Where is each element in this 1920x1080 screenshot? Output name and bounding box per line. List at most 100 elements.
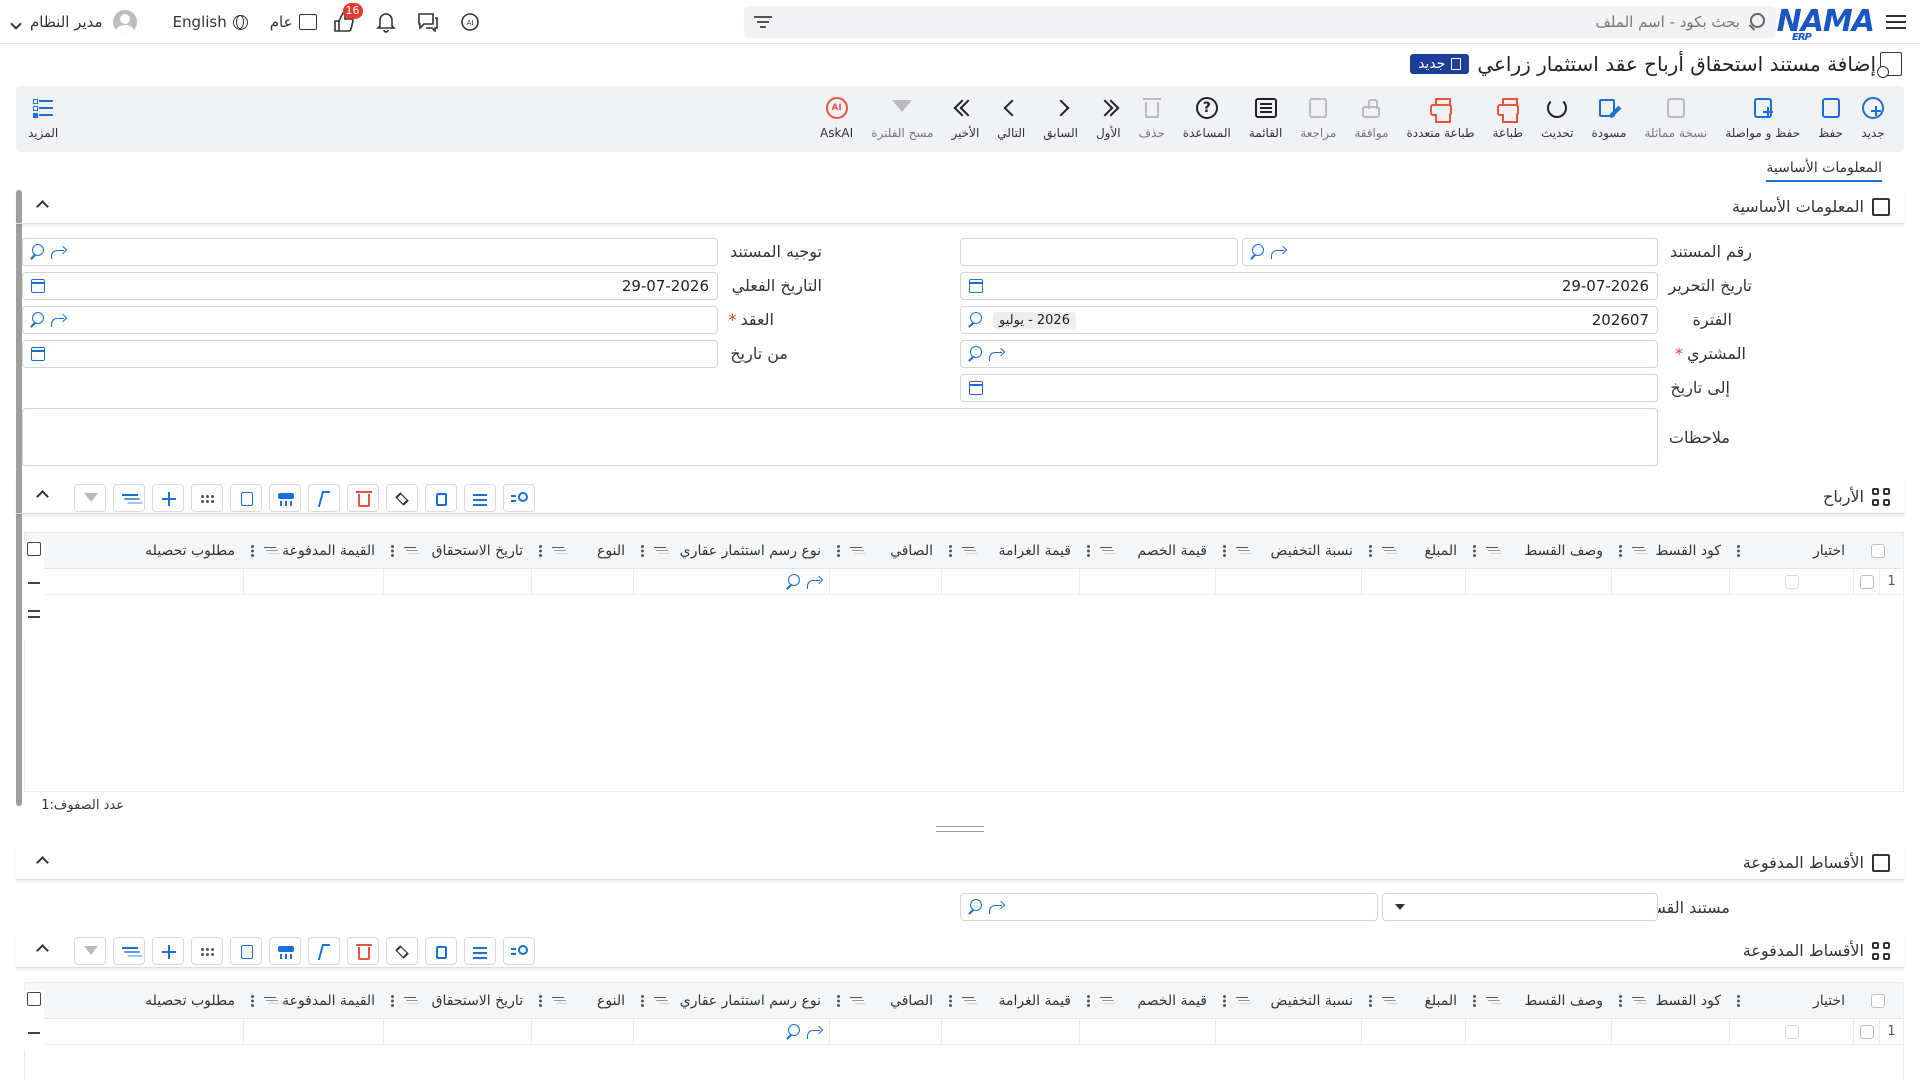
search-icon[interactable] [1249, 244, 1265, 260]
type-cell[interactable] [531, 568, 633, 595]
to-collect-cell[interactable] [123, 1019, 243, 1045]
likes-button[interactable]: 16 [333, 3, 363, 33]
column-filter-icon[interactable] [1486, 546, 1498, 555]
column-header[interactable]: النوع [531, 533, 633, 569]
column-menu-icon[interactable] [1369, 544, 1372, 557]
duplicate-button[interactable]: نسخة مماثلة [1635, 86, 1716, 140]
column-filter-icon[interactable] [1236, 546, 1248, 555]
column-menu-icon[interactable] [641, 994, 644, 1007]
search-icon[interactable] [785, 573, 801, 590]
save-button[interactable]: حفظ [1809, 86, 1852, 140]
column-filter-icon[interactable] [654, 546, 666, 555]
column-menu-icon[interactable] [251, 544, 254, 557]
column-filter-icon[interactable] [850, 546, 862, 555]
filter-row-icon[interactable] [28, 582, 40, 590]
discount-value-cell[interactable] [1079, 568, 1215, 595]
grid-options-button[interactable] [191, 484, 223, 512]
open-link-icon[interactable] [1271, 245, 1287, 259]
column-filter-icon[interactable] [404, 546, 416, 555]
doc-number-extra-input[interactable] [960, 238, 1238, 266]
column-header[interactable]: قيمة الخصم [1079, 533, 1215, 569]
previous-button[interactable]: السابق [1034, 86, 1087, 140]
to-date-input[interactable] [960, 374, 1658, 402]
density-icon[interactable] [28, 610, 40, 618]
column-menu-icon[interactable] [1473, 544, 1476, 557]
select-all-checkbox[interactable] [1871, 543, 1885, 558]
column-menu-icon[interactable] [641, 544, 644, 557]
column-filter-icon[interactable] [1100, 996, 1112, 1005]
column-header[interactable]: قيمة الغرامة [941, 983, 1079, 1019]
search-icon[interactable] [967, 899, 983, 915]
installment-desc-cell[interactable] [1465, 568, 1611, 595]
notes-textarea[interactable] [22, 408, 1658, 466]
column-header[interactable]: الصافي [829, 533, 941, 569]
filter-button[interactable] [113, 937, 145, 965]
move-button[interactable] [152, 937, 184, 965]
column-menu-icon[interactable] [251, 994, 254, 1007]
row-checkbox[interactable] [1859, 1024, 1874, 1039]
open-link-icon[interactable] [989, 900, 1005, 914]
collapse-icon[interactable] [36, 856, 49, 869]
search-rows-button[interactable] [503, 484, 535, 512]
columns-button[interactable] [230, 937, 262, 965]
fee-type-cell[interactable] [633, 568, 829, 595]
table-icon[interactable] [27, 542, 41, 556]
more-button[interactable]: المزيد [28, 96, 58, 140]
column-header[interactable]: قيمة الغرامة [941, 533, 1079, 569]
table-settings-button[interactable] [269, 937, 301, 965]
save-continue-button[interactable]: حفظ و مواصلة [1716, 86, 1809, 140]
search-rows-button[interactable] [503, 937, 535, 965]
new-button[interactable]: جديد [1852, 86, 1894, 140]
column-filter-icon[interactable] [1236, 996, 1248, 1005]
column-filter-icon[interactable] [552, 996, 564, 1005]
penalty-value-cell[interactable] [941, 1018, 1079, 1045]
columns-button[interactable] [230, 484, 262, 512]
column-menu-icon[interactable] [1737, 994, 1740, 1007]
column-menu-icon[interactable] [1087, 994, 1090, 1007]
column-header[interactable]: المبلغ [1361, 533, 1465, 569]
column-menu-icon[interactable] [949, 544, 952, 557]
table-settings-button[interactable] [269, 484, 301, 512]
column-filter-icon[interactable] [654, 996, 666, 1005]
doc-number-input[interactable] [1242, 238, 1658, 266]
add-rows-button[interactable] [464, 937, 496, 965]
collapse-icon[interactable] [36, 200, 49, 213]
column-header[interactable]: القيمة المدفوعة [243, 983, 383, 1019]
draft-button[interactable]: مسودة [1582, 86, 1635, 140]
open-link-icon[interactable] [51, 245, 67, 259]
installment-doc-input[interactable] [960, 893, 1378, 921]
collapse-icon[interactable] [36, 944, 49, 957]
column-header[interactable]: كود القسط [1611, 533, 1729, 569]
layers-button[interactable] [386, 484, 418, 512]
column-menu-icon[interactable] [837, 544, 840, 557]
search-icon[interactable] [967, 312, 983, 328]
column-header[interactable]: مطلوب تحصيله [123, 533, 243, 569]
column-header[interactable]: تاريخ الاستحقاق [383, 533, 531, 569]
tab-basic-info[interactable]: المعلومات الأساسية [1766, 160, 1882, 182]
fee-type-cell[interactable] [633, 1018, 829, 1045]
edit-date-input[interactable]: 29-07-2026 [960, 272, 1658, 300]
row-select-checkbox[interactable] [1784, 574, 1799, 589]
add-rows-button[interactable] [464, 484, 496, 512]
installment-code-cell[interactable] [1611, 568, 1729, 595]
column-menu-icon[interactable] [1223, 994, 1226, 1007]
clear-filter-button[interactable] [74, 484, 106, 512]
to-collect-cell[interactable] [123, 569, 243, 595]
row-select-checkbox[interactable] [1784, 1024, 1799, 1039]
copy-rows-button[interactable] [425, 937, 457, 965]
amount-cell[interactable] [1361, 568, 1465, 595]
calendar-icon[interactable] [969, 381, 983, 395]
next-button[interactable]: التالي [988, 86, 1034, 140]
column-menu-icon[interactable] [391, 544, 394, 557]
language-switch[interactable]: English [173, 13, 248, 31]
copy-rows-button[interactable] [425, 484, 457, 512]
column-header[interactable]: اختيار [1729, 983, 1853, 1019]
logo[interactable]: NAMA ERP [1777, 4, 1875, 43]
filter-button[interactable] [113, 484, 145, 512]
ai-assistant-button[interactable]: AI [459, 11, 481, 33]
list-button[interactable]: القائمة [1240, 86, 1291, 140]
paid-value-cell[interactable] [243, 1018, 383, 1045]
column-header[interactable]: مطلوب تحصيله [123, 983, 243, 1019]
open-link-icon[interactable] [807, 1025, 823, 1039]
installment-code-cell[interactable] [1611, 1018, 1729, 1045]
